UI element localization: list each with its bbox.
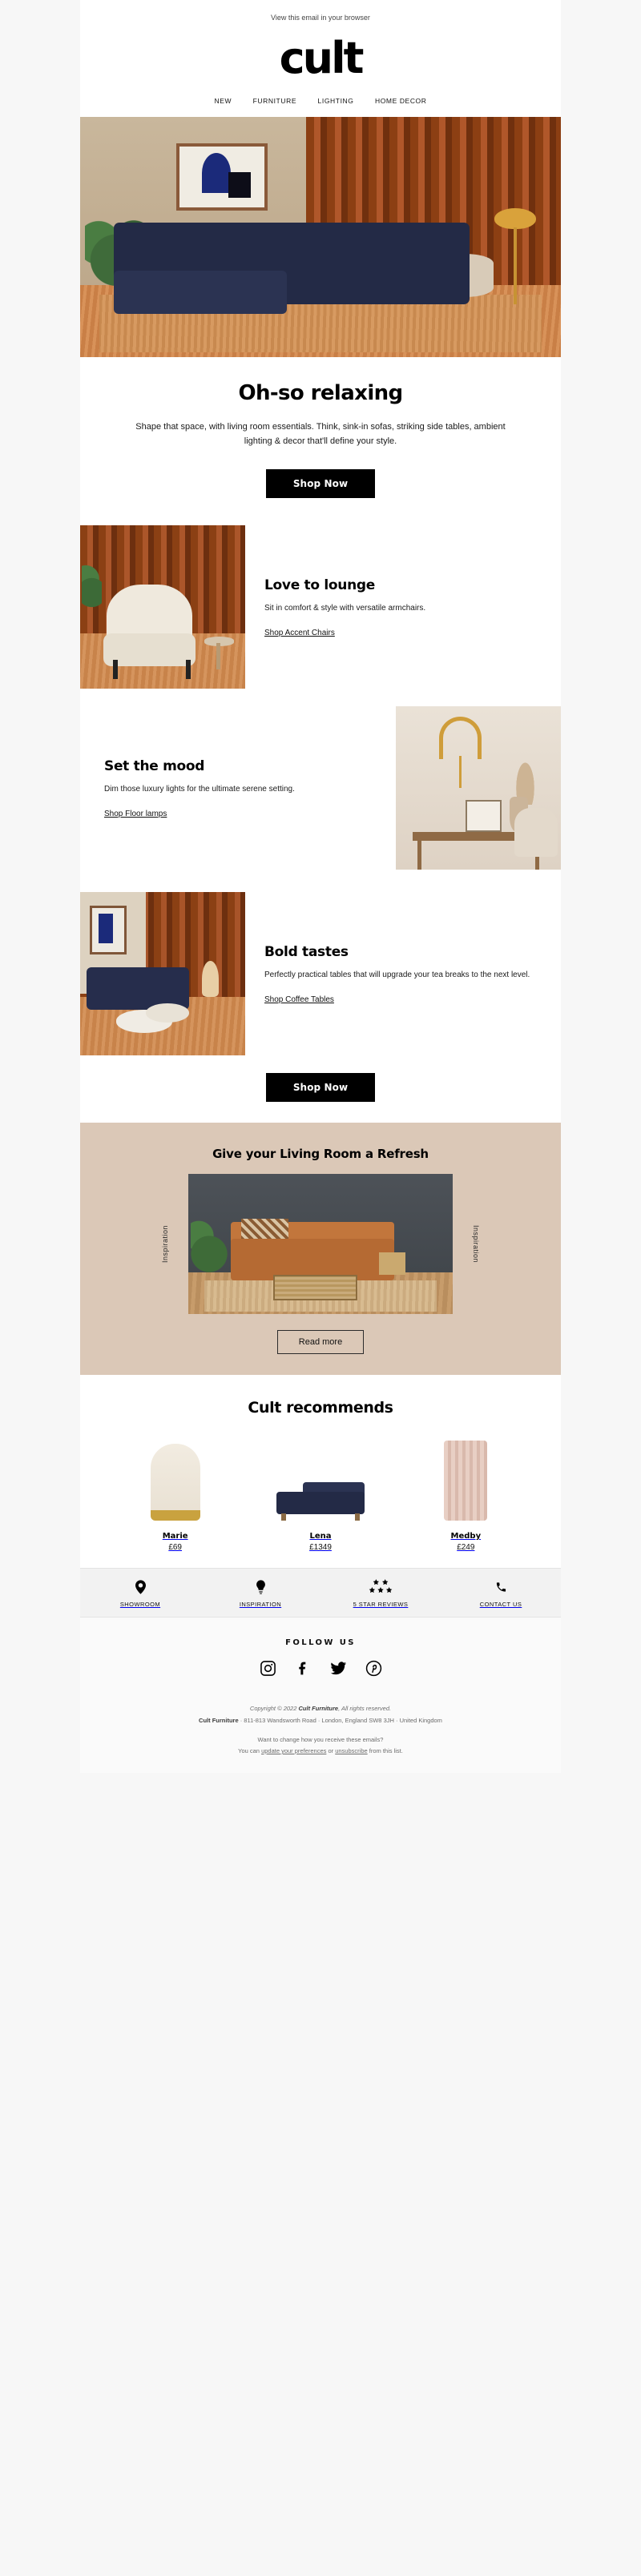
prefs-suffix: from this list. [367, 1747, 403, 1755]
product-image-marie [115, 1434, 236, 1521]
shop-now-button-mid[interactable]: Shop Now [265, 1073, 376, 1103]
feature-image-coffee-table[interactable] [80, 892, 245, 1056]
email-background: View this email in your browser cult NEW… [0, 0, 641, 1774]
preferences-question: Want to change how you receive these ema… [257, 1735, 384, 1743]
instagram-icon [260, 1660, 276, 1681]
address-brand: Cult Furniture [199, 1716, 239, 1724]
usp-label: SHOWROOM [119, 1601, 161, 1609]
feature-body: Perfectly practical tables that will upg… [264, 970, 530, 979]
address-rest: · 811-813 Wandsworth Road · London, Engl… [238, 1716, 442, 1724]
usp-label: CONTACT US [479, 1601, 522, 1609]
twitter-icon [329, 1660, 348, 1681]
feature-text-accent-chair: Love to lounge Sit in comfort & style wi… [245, 525, 561, 689]
shop-coffee-tables-link[interactable]: Shop Coffee Tables [264, 981, 334, 1004]
feature-text-coffee-table: Bold tastes Perfectly practical tables t… [245, 892, 561, 1055]
nav-item-lighting[interactable]: LIGHTING [318, 97, 354, 105]
feature-body: Sit in comfort & style with versatile ar… [264, 603, 426, 613]
copyright-suffix: , All rights reserved. [338, 1705, 392, 1713]
update-preferences-link[interactable]: update your preferences [261, 1747, 326, 1754]
stars-icon [320, 1578, 441, 1596]
shop-accent-chairs-link[interactable]: Shop Accent Chairs [264, 614, 335, 637]
inspiration-side-label-right: Inspiration [472, 1225, 480, 1264]
twitter-link[interactable] [329, 1662, 347, 1679]
usp-contact-us[interactable]: CONTACT US [441, 1569, 561, 1617]
prefs-prefix: You can [238, 1747, 262, 1755]
pinterest-link[interactable] [365, 1660, 382, 1681]
inspiration-side-label-left: Inspiration [161, 1225, 169, 1264]
logo-row: cult [80, 24, 561, 85]
hero-image[interactable] [80, 117, 561, 357]
follow-us-heading: FOLLOW US [285, 1638, 356, 1648]
preheader: View this email in your browser [80, 0, 561, 24]
feature-set-the-mood: Set the mood Dim those luxury lights for… [80, 706, 561, 870]
feature-body: Dim those luxury lights for the ultimate… [104, 784, 295, 794]
usp-label: 5 STAR REVIEWS [353, 1601, 409, 1609]
nav-item-home-decor[interactable]: HOME DECOR [375, 97, 427, 105]
feature-title: Love to lounge [264, 577, 375, 593]
product-card-medby[interactable]: Medby £249 [405, 1434, 526, 1552]
read-more-button[interactable]: Read more [276, 1330, 365, 1355]
mid-cta-row: Shop Now [80, 1055, 561, 1123]
prefs-middle: or [326, 1747, 336, 1755]
product-name: Medby [450, 1532, 482, 1541]
product-card-marie[interactable]: Marie £69 [115, 1434, 236, 1552]
footer: FOLLOW US Copyright © 2022 Cult Furnitur… [80, 1618, 561, 1774]
shop-now-button-top[interactable]: Shop Now [265, 469, 376, 499]
inspiration-band: Give your Living Room a Refresh Inspirat… [80, 1123, 561, 1376]
product-price: £249 [457, 1543, 475, 1553]
feature-title: Set the mood [104, 758, 205, 774]
feature-image-floor-lamp[interactable] [396, 706, 561, 870]
feature-image-accent-chair[interactable] [80, 525, 245, 689]
usp-5-star-reviews[interactable]: 5 STAR REVIEWS [320, 1569, 441, 1617]
usp-showroom[interactable]: SHOWROOM [80, 1569, 200, 1617]
usp-strip: SHOWROOM INSPIRATION 5 STAR REVIEWS CONT… [80, 1568, 561, 1618]
brand-logo[interactable]: cult [280, 37, 365, 80]
copyright-prefix: Copyright © 2022 [249, 1705, 297, 1713]
product-card-lena[interactable]: Lena £1349 [260, 1434, 381, 1552]
product-name: Marie [162, 1532, 188, 1541]
lightbulb-icon [200, 1578, 320, 1596]
feature-bold-tastes: Bold tastes Perfectly practical tables t… [80, 892, 561, 1056]
facebook-link[interactable] [294, 1662, 312, 1679]
feature-text-floor-lamps: Set the mood Dim those luxury lights for… [80, 706, 396, 870]
product-image-lena [260, 1434, 381, 1521]
nav-item-furniture[interactable]: FURNITURE [253, 97, 297, 105]
intro-body: Shape that space, with living room essen… [135, 422, 506, 447]
primary-cta-row: Shop Now [80, 448, 561, 525]
page-title: Oh-so relaxing [238, 381, 403, 405]
instagram-link[interactable] [259, 1660, 276, 1681]
location-pin-icon [80, 1578, 200, 1596]
main-navigation: NEW FURNITURE LIGHTING HOME DECOR [80, 85, 561, 117]
inspiration-heading: Give your Living Room a Refresh [212, 1147, 429, 1162]
shop-floor-lamps-link[interactable]: Shop Floor lamps [104, 795, 167, 818]
read-more-row: Read more [80, 1314, 561, 1355]
legal-copyright: Copyright © 2022 Cult Furniture, All rig… [80, 1695, 561, 1714]
facebook-icon [295, 1660, 312, 1681]
recommended-products: Marie £69 Lena £1349 Medby £249 [80, 1434, 561, 1568]
phone-icon [441, 1578, 561, 1596]
product-price: £1349 [309, 1543, 332, 1553]
feature-title: Bold tastes [264, 943, 349, 960]
nav-item-new[interactable]: NEW [214, 97, 232, 105]
recommends-heading: Cult recommends [248, 1399, 393, 1417]
product-price: £69 [168, 1543, 182, 1553]
copyright-brand: Cult Furniture [298, 1705, 339, 1713]
usp-inspiration[interactable]: INSPIRATION [200, 1569, 320, 1617]
feature-love-to-lounge: Love to lounge Sit in comfort & style wi… [80, 525, 561, 689]
email-container: View this email in your browser cult NEW… [80, 0, 561, 1774]
inspiration-image[interactable] [188, 1174, 453, 1315]
product-name: Lena [309, 1532, 332, 1541]
view-in-browser-link[interactable]: View this email in your browser [271, 14, 370, 22]
pinterest-icon [365, 1660, 382, 1681]
product-image-medby [405, 1434, 526, 1521]
legal-address: Cult Furniture · 811-813 Wandsworth Road… [80, 1715, 561, 1726]
usp-label: INSPIRATION [239, 1601, 282, 1609]
inspiration-row: Inspiration Inspiration [80, 1174, 561, 1315]
preferences-line: You can update your preferences or unsub… [80, 1746, 561, 1757]
unsubscribe-link[interactable]: unsubscribe [335, 1747, 367, 1754]
social-links [80, 1647, 561, 1695]
